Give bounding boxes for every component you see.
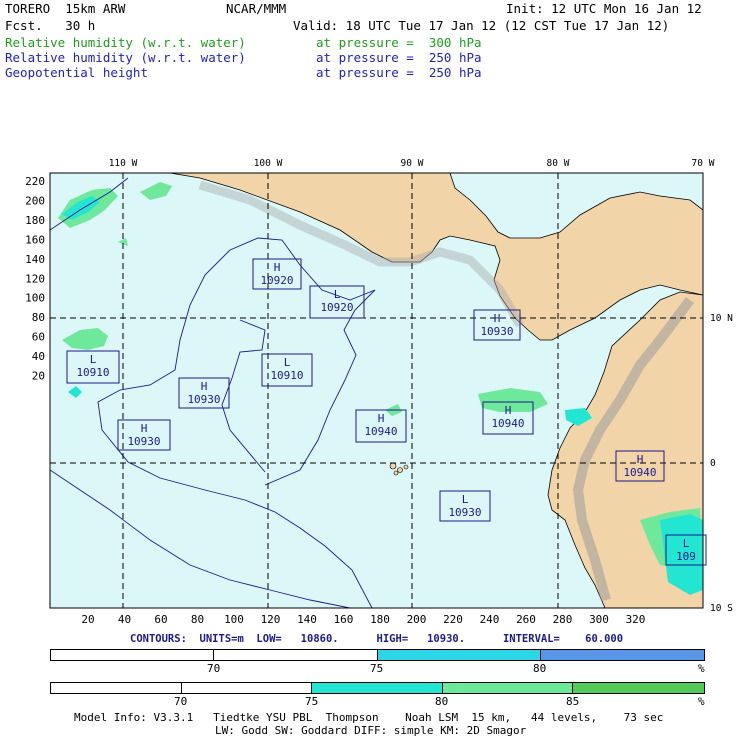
colorbar-rh300-label-75: 75	[305, 695, 319, 708]
lat-label: 0	[710, 458, 716, 469]
init-time: Init: 12 UTC Mon 16 Jan 12	[506, 1, 702, 16]
x-tick-label: 120	[261, 613, 281, 625]
x-tick-label: 20	[81, 613, 94, 625]
colorbar-rh250-label-pct: %	[698, 662, 705, 675]
weather-map: H10920L10920H10930L10910L10910H10930H109…	[25, 158, 733, 625]
colorbar-segment	[442, 683, 574, 693]
colorbar-segment	[312, 683, 443, 693]
colorbar-segment	[573, 683, 704, 693]
pressure-center-value: 109	[676, 550, 696, 563]
y-tick-label: 180	[25, 214, 45, 227]
field-rh250-name: Relative humidity (w.r.t. water)	[5, 50, 246, 65]
y-tick-label: 60	[32, 331, 45, 344]
pressure-center-value: 10940	[491, 417, 524, 430]
x-tick-label: 60	[154, 613, 167, 625]
x-tick-label: 280	[553, 613, 573, 625]
x-tick-label: 180	[370, 613, 390, 625]
org-label: NCAR/MMM	[226, 1, 287, 16]
x-tick-label: 200	[407, 613, 427, 625]
pressure-center-type: H	[378, 412, 385, 425]
colorbar-rh300	[50, 682, 705, 694]
colorbar-segment	[377, 650, 541, 660]
x-tick-label: 160	[334, 613, 354, 625]
colorbar-segment	[51, 650, 215, 660]
pressure-center-value: 10930	[448, 506, 481, 519]
x-tick-label: 40	[118, 613, 131, 625]
field-geoheight-level: at pressure = 250 hPa	[316, 65, 482, 80]
field-rh250-level: at pressure = 250 hPa	[316, 50, 482, 65]
model-info-line1: Model Info: V3.3.1 Tiedtke YSU PBL Thomp…	[74, 711, 664, 724]
field-geoheight-name: Geopotential height	[5, 65, 148, 80]
colorbar-segment	[214, 650, 378, 660]
model-info-line2: LW: Godd SW: Goddard DIFF: simple KM: 2D…	[215, 724, 527, 737]
x-tick-label: 320	[626, 613, 646, 625]
y-tick-label: 200	[25, 194, 45, 207]
contour-info: CONTOURS: UNITS=m LOW= 10860. HIGH= 1093…	[130, 633, 624, 645]
colorbar-rh250-label-75: 75	[370, 662, 384, 675]
lon-label: 80 W	[547, 158, 570, 169]
pressure-center-type: L	[90, 353, 97, 366]
pressure-center-value: 10910	[270, 369, 303, 382]
lon-label: 90 W	[401, 158, 424, 169]
colorbar-segment	[540, 650, 704, 660]
pressure-center-type: H	[494, 312, 501, 325]
pressure-center-type: L	[284, 356, 291, 369]
lon-label: 70 W	[692, 158, 715, 169]
pressure-center-type: H	[201, 380, 208, 393]
pressure-center-value: 10920	[260, 274, 293, 287]
x-tick-label: 240	[480, 613, 500, 625]
y-tick-label: 100	[25, 292, 45, 305]
colorbar-rh250-label-80: 80	[533, 662, 547, 675]
lat-label: 10 S	[710, 603, 733, 614]
x-tick-label: 100	[224, 613, 244, 625]
y-tick-label: 120	[25, 272, 45, 285]
colorbar-rh300-label-85: 85	[566, 695, 580, 708]
pressure-center-type: L	[334, 288, 341, 301]
y-tick-label: 160	[25, 233, 45, 246]
colorbar-segment	[181, 683, 313, 693]
colorbar-rh300-label-70: 70	[174, 695, 188, 708]
x-tick-label: 80	[191, 613, 204, 625]
y-tick-label: 20	[32, 370, 45, 383]
field-rh300-level: at pressure = 300 hPa	[316, 35, 482, 50]
x-tick-label: 140	[297, 613, 317, 625]
pressure-center-type: H	[637, 453, 644, 466]
pressure-center-value: 10940	[364, 425, 397, 438]
lat-label: 10 N	[710, 313, 733, 324]
pressure-center-value: 10920	[320, 301, 353, 314]
colorbar-rh250	[50, 649, 705, 661]
pressure-center-type: L	[462, 493, 469, 506]
field-rh300-name: Relative humidity (w.r.t. water)	[5, 35, 246, 50]
y-tick-label: 140	[25, 253, 45, 266]
x-tick-label: 260	[516, 613, 536, 625]
x-tick-label: 220	[443, 613, 463, 625]
pressure-center-value: 10910	[76, 366, 109, 379]
model-title: TORERO 15km ARW	[5, 1, 126, 16]
lon-label: 110 W	[109, 158, 138, 169]
y-tick-label: 220	[25, 175, 45, 188]
colorbar-rh300-label-pct: %	[698, 695, 705, 708]
valid-time: Valid: 18 UTC Tue 17 Jan 12 (12 CST Tue …	[293, 18, 670, 33]
y-tick-label: 40	[32, 350, 45, 363]
x-tick-label: 300	[589, 613, 609, 625]
pressure-center-type: L	[683, 537, 690, 550]
forecast-hour: Fcst. 30 h	[5, 18, 96, 33]
pressure-center-value: 10930	[127, 435, 160, 448]
colorbar-rh300-label-80: 80	[435, 695, 449, 708]
pressure-center-value: 10930	[480, 325, 513, 338]
pressure-center-type: H	[505, 404, 512, 417]
colorbar-segment	[51, 683, 182, 693]
y-tick-label: 80	[32, 311, 45, 324]
lon-label: 100 W	[254, 158, 283, 169]
colorbar-rh250-label-70: 70	[207, 662, 221, 675]
pressure-center-value: 10930	[187, 393, 220, 406]
pressure-center-value: 10940	[623, 466, 656, 479]
pressure-center-type: H	[141, 422, 148, 435]
pressure-center-type: H	[274, 261, 281, 274]
